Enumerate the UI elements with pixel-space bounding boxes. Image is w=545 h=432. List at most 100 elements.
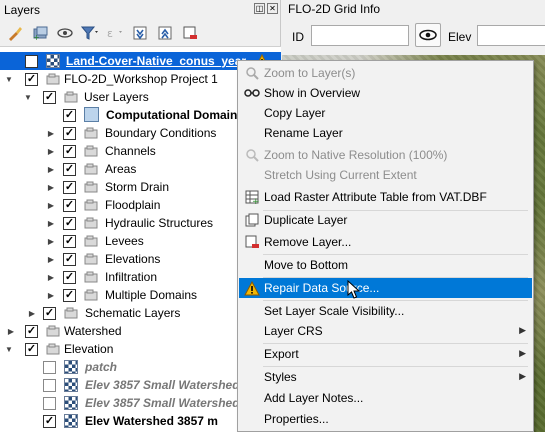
menu-item-load-raster-attribute-table[interactable]: + Load Raster Attribute Table from VAT.D… bbox=[239, 187, 532, 207]
menu-item-move-to-bottom[interactable]: Move to Bottom bbox=[239, 255, 532, 275]
visibility-checkbox[interactable]: ✓ bbox=[63, 234, 76, 248]
layer-label: FLO-2D_Workshop Project 1 bbox=[64, 72, 218, 86]
visibility-checkbox[interactable]: ✓ bbox=[25, 72, 38, 86]
id-input[interactable] bbox=[311, 25, 409, 46]
visibility-checkbox[interactable]: ✓ bbox=[63, 252, 76, 266]
visibility-checkbox[interactable]: ✓ bbox=[43, 90, 56, 104]
visibility-checkbox[interactable]: ✓ bbox=[25, 324, 38, 338]
menu-item-label: Set Layer Scale Visibility... bbox=[264, 304, 405, 318]
float-icon[interactable]: ◫ bbox=[254, 3, 265, 14]
collapse-arrow-icon[interactable]: ▼ bbox=[4, 74, 14, 84]
visibility-checkbox[interactable]: ✓ bbox=[63, 198, 76, 212]
layer-context-menu: Zoom to Layer(s) Show in Overview Copy L… bbox=[237, 60, 534, 432]
collapse-arrow-icon[interactable]: ▼ bbox=[4, 344, 14, 354]
expand-arrow-icon[interactable]: ▶ bbox=[46, 182, 56, 192]
group-icon bbox=[64, 307, 78, 319]
expand-arrow-icon[interactable]: ▶ bbox=[46, 290, 56, 300]
visibility-checkbox[interactable]: ✓ bbox=[43, 414, 56, 428]
group-icon bbox=[84, 271, 98, 283]
expand-arrow-icon[interactable]: ▶ bbox=[46, 236, 56, 246]
expand-all-button[interactable] bbox=[130, 23, 150, 43]
menu-item-properties[interactable]: Properties... bbox=[239, 409, 532, 429]
group-icon bbox=[84, 199, 98, 211]
menu-item-show-in-overview[interactable]: Show in Overview bbox=[239, 83, 532, 103]
remove-layer-button[interactable] bbox=[180, 23, 200, 43]
visibility-checkbox[interactable]: ✓ bbox=[63, 144, 76, 158]
group-icon bbox=[84, 289, 98, 301]
menu-item-stretch-extent[interactable]: Stretch Using Current Extent bbox=[239, 165, 532, 185]
panel-float-controls: ◫ ✕ bbox=[254, 3, 278, 14]
style-manager-button[interactable] bbox=[5, 23, 25, 43]
layer-label: Elev 3857 Small Watershed bbox=[85, 378, 240, 392]
qgis-window: Layers + ε ✓ Land-Cover-Native_conus_yea… bbox=[0, 0, 545, 432]
close-icon[interactable]: ✕ bbox=[267, 3, 278, 14]
visibility-checkbox[interactable]: ✓ bbox=[63, 108, 76, 122]
svg-text:+: + bbox=[33, 33, 40, 41]
group-icon bbox=[84, 181, 98, 193]
remove-layer-icon bbox=[183, 26, 197, 39]
menu-item-repair-data-source[interactable]: Repair Data Source... bbox=[239, 278, 532, 298]
layer-label: Elev Watershed 3857 m bbox=[85, 414, 218, 428]
visibility-checkbox[interactable]: ✓ bbox=[25, 342, 38, 356]
visibility-checkbox[interactable]: ✓ bbox=[63, 216, 76, 230]
visibility-checkbox[interactable]: ✓ bbox=[43, 306, 56, 320]
layer-label: Watershed bbox=[64, 324, 122, 338]
mouse-cursor-icon bbox=[347, 280, 361, 299]
visibility-checkbox[interactable] bbox=[43, 396, 56, 410]
visibility-checkbox[interactable]: ✓ bbox=[25, 54, 38, 68]
grid-info-panel: ◫ ✕ FLO-2D Grid Info ID Elev bbox=[254, 0, 545, 55]
menu-item-scale-visibility[interactable]: Set Layer Scale Visibility... bbox=[239, 301, 532, 321]
layer-label: Infiltration bbox=[105, 270, 158, 284]
expand-arrow-icon[interactable]: ▶ bbox=[27, 308, 37, 318]
menu-item-add-layer-notes[interactable]: Add Layer Notes... bbox=[239, 388, 532, 408]
expand-arrow-icon[interactable]: ▶ bbox=[46, 218, 56, 228]
raster-layer-icon bbox=[46, 54, 60, 68]
id-label: ID bbox=[292, 30, 304, 44]
menu-item-layer-crs[interactable]: Layer CRS ▶ bbox=[239, 321, 532, 341]
menu-item-zoom-native[interactable]: Zoom to Native Resolution (100%) bbox=[239, 145, 532, 165]
layer-label: Elevations bbox=[105, 252, 161, 266]
visibility-checkbox[interactable]: ✓ bbox=[63, 180, 76, 194]
elev-input[interactable] bbox=[477, 25, 545, 46]
eye-button[interactable] bbox=[415, 23, 441, 47]
expand-all-icon bbox=[133, 26, 147, 40]
expand-arrow-icon[interactable]: ▶ bbox=[46, 164, 56, 174]
expand-arrow-icon[interactable]: ▶ bbox=[46, 146, 56, 156]
visibility-checkbox[interactable] bbox=[43, 360, 56, 374]
expand-arrow-icon[interactable]: ▶ bbox=[6, 326, 16, 336]
expand-arrow-icon[interactable]: ▶ bbox=[46, 272, 56, 282]
menu-item-label: Zoom to Layer(s) bbox=[264, 66, 356, 80]
menu-item-remove-layer[interactable]: Remove Layer... bbox=[239, 232, 532, 252]
filter-by-expression-button[interactable]: ε bbox=[105, 23, 125, 43]
menu-item-rename-layer[interactable]: Rename Layer bbox=[239, 123, 532, 143]
expand-arrow-icon[interactable]: ▶ bbox=[46, 254, 56, 264]
zoom-native-icon bbox=[244, 147, 260, 163]
visibility-checkbox[interactable]: ✓ bbox=[63, 162, 76, 176]
eye-icon bbox=[57, 28, 73, 38]
expand-arrow-icon[interactable]: ▶ bbox=[46, 200, 56, 210]
manage-visibility-button[interactable] bbox=[55, 23, 75, 43]
add-group-button[interactable]: + bbox=[30, 23, 50, 43]
visibility-checkbox[interactable]: ✓ bbox=[63, 126, 76, 140]
layer-label: User Layers bbox=[84, 90, 149, 104]
menu-item-label: Duplicate Layer bbox=[264, 213, 348, 227]
menu-item-label: Properties... bbox=[264, 412, 329, 426]
visibility-checkbox[interactable] bbox=[43, 378, 56, 392]
raster-layer-icon bbox=[64, 378, 78, 392]
menu-item-export[interactable]: Export ▶ bbox=[239, 344, 532, 364]
group-icon bbox=[46, 325, 60, 337]
filter-legend-button[interactable] bbox=[80, 23, 100, 43]
svg-text:+: + bbox=[252, 197, 259, 204]
menu-item-copy-layer[interactable]: Copy Layer bbox=[239, 103, 532, 123]
collapse-arrow-icon[interactable]: ▼ bbox=[23, 92, 33, 102]
menu-item-label: Copy Layer bbox=[264, 106, 326, 120]
group-icon bbox=[84, 235, 98, 247]
layer-label: Elevation bbox=[64, 342, 114, 356]
visibility-checkbox[interactable]: ✓ bbox=[63, 270, 76, 284]
menu-item-zoom-to-layer[interactable]: Zoom to Layer(s) bbox=[239, 63, 532, 83]
collapse-all-button[interactable] bbox=[155, 23, 175, 43]
menu-item-duplicate-layer[interactable]: Duplicate Layer bbox=[239, 210, 532, 230]
visibility-checkbox[interactable]: ✓ bbox=[63, 288, 76, 302]
expand-arrow-icon[interactable]: ▶ bbox=[46, 128, 56, 138]
menu-item-styles[interactable]: Styles ▶ bbox=[239, 367, 532, 387]
